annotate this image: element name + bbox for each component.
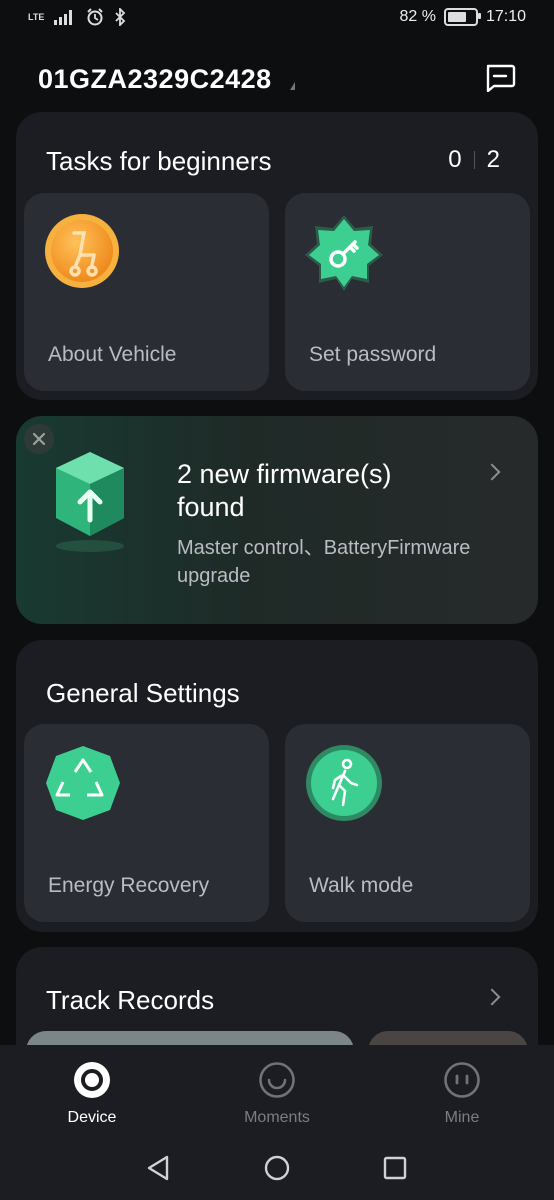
nav-moments[interactable]: Moments — [217, 1061, 337, 1131]
task-label-about-vehicle: About Vehicle — [48, 343, 177, 366]
firmware-title: 2 new firmware(s) found — [177, 459, 392, 522]
setting-tile-energy-recovery[interactable]: Energy Recovery — [24, 724, 269, 922]
track-records-title: Track Records — [46, 985, 215, 1015]
tasks-progress: 0 2 — [448, 146, 500, 174]
firmware-cube-icon — [56, 452, 124, 552]
status-left: LTE — [28, 8, 126, 26]
walking-person-icon — [306, 745, 382, 821]
chevron-right-icon — [483, 988, 501, 1006]
nav-label-device: Device — [67, 1109, 117, 1126]
task-label-set-password: Set password — [309, 343, 437, 366]
device-id-selector[interactable]: 01GZA2329C2428 — [38, 64, 272, 95]
setting-tile-walk-mode[interactable]: Walk mode — [285, 724, 530, 922]
clock: 17:10 — [485, 8, 526, 25]
lte-indicator: LTE — [28, 12, 45, 22]
nav-label-moments: Moments — [244, 1109, 310, 1126]
nav-mine[interactable]: Mine — [402, 1061, 522, 1131]
recycle-icon — [46, 746, 120, 820]
mine-tab-icon — [444, 1062, 480, 1098]
setting-label-energy-recovery: Energy Recovery — [48, 874, 210, 897]
battery-percent: 82 % — [399, 8, 436, 25]
back-icon[interactable] — [146, 1155, 170, 1181]
tasks-completed: 0 — [448, 146, 462, 173]
task-tile-about-vehicle[interactable]: About Vehicle — [24, 193, 269, 391]
tasks-title: Tasks for beginners — [46, 146, 272, 176]
setting-label-walk-mode: Walk mode — [309, 874, 414, 897]
nav-device[interactable]: Device — [32, 1061, 152, 1131]
bluetooth-icon — [115, 8, 126, 26]
status-right: 82 % 17:10 — [399, 8, 526, 26]
recents-icon[interactable] — [383, 1156, 407, 1180]
progress-divider — [473, 151, 475, 169]
alarm-icon — [87, 8, 104, 26]
bottom-navigation: Device Moments Mine — [0, 1045, 554, 1200]
tasks-total: 2 — [486, 146, 500, 173]
scooter-badge-icon — [45, 214, 119, 288]
device-tab-icon — [74, 1062, 110, 1098]
status-bar: LTE 82 % 17:10 — [0, 0, 554, 40]
task-tile-set-password[interactable]: Set password — [285, 193, 530, 391]
home-icon[interactable] — [264, 1155, 290, 1181]
dropdown-caret-icon[interactable] — [290, 82, 295, 90]
firmware-subtitle: Master control、BatteryFirmware upgrade — [177, 537, 471, 587]
key-badge-icon — [305, 215, 383, 291]
firmware-update-card[interactable]: 2 new firmware(s) found Master control、B… — [16, 416, 538, 624]
battery-icon — [443, 8, 481, 26]
message-icon[interactable] — [484, 64, 516, 92]
chevron-right-icon — [483, 463, 501, 481]
signal-icon — [54, 10, 73, 25]
moments-tab-icon — [259, 1062, 295, 1098]
close-icon — [33, 433, 45, 445]
general-settings-title: General Settings — [46, 678, 240, 708]
nav-label-mine: Mine — [444, 1109, 480, 1126]
